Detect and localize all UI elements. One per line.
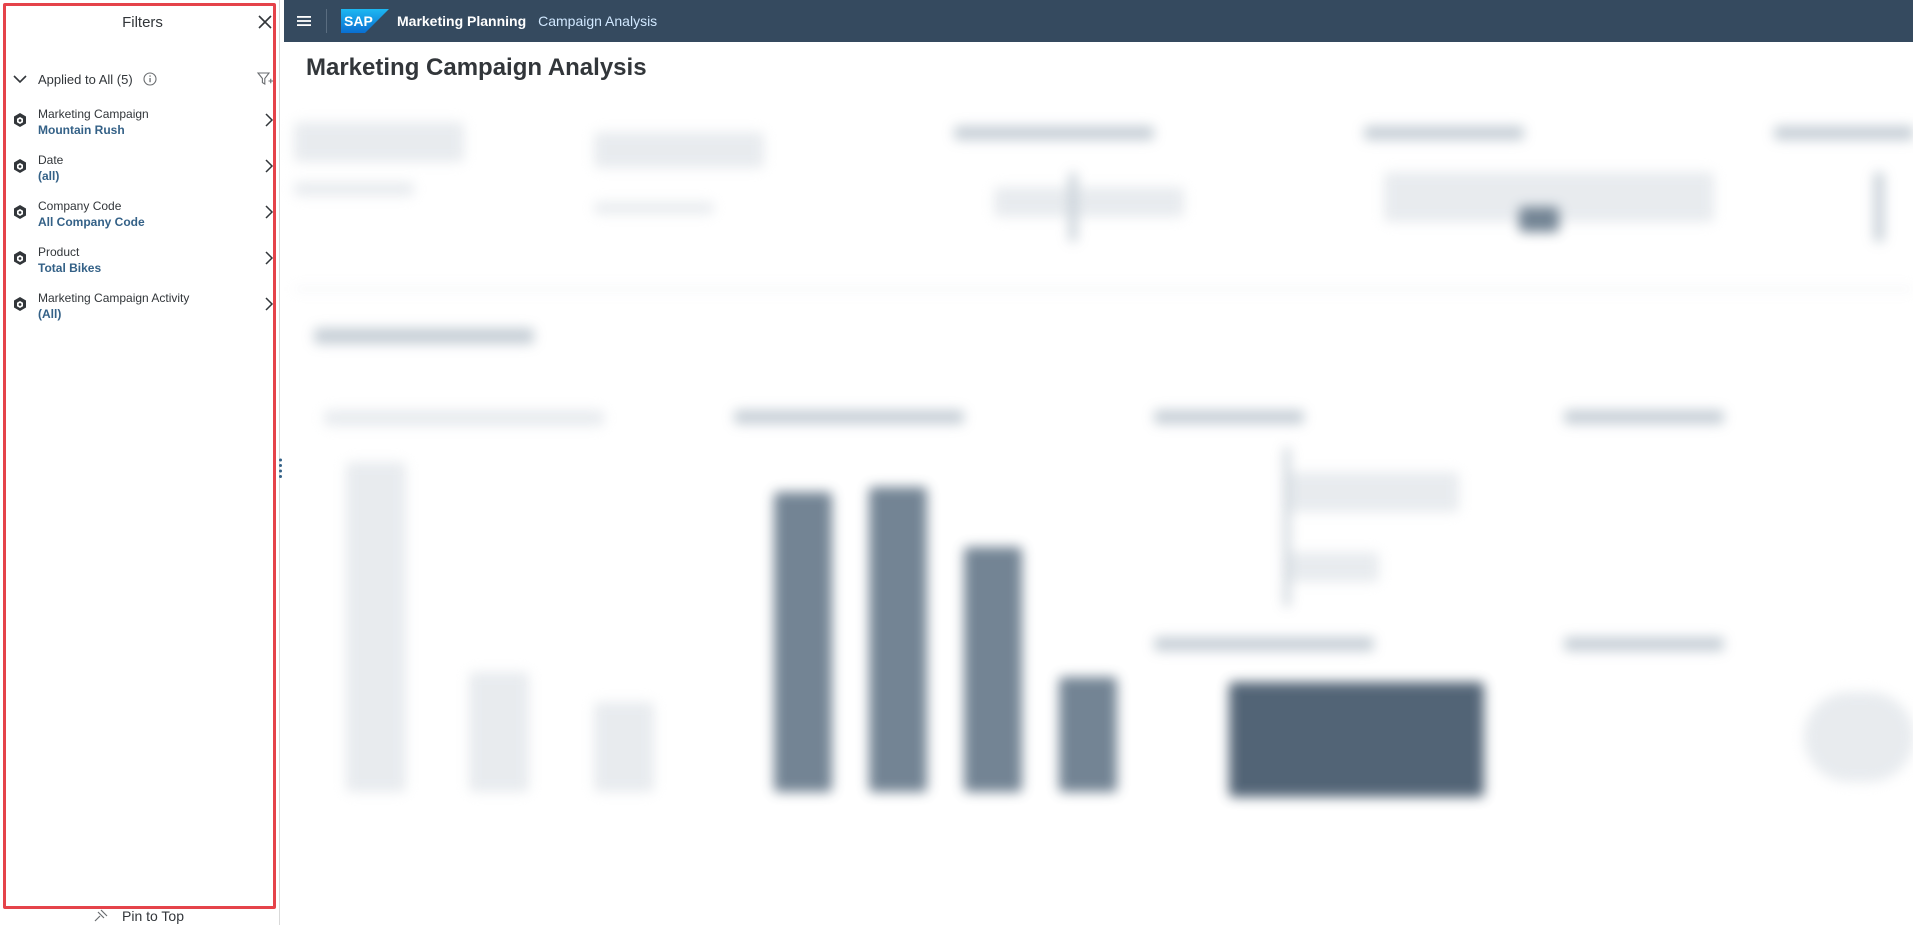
sap-logo[interactable]: SAP	[341, 9, 389, 33]
page-name: Campaign Analysis	[538, 13, 658, 29]
shell-bar: SAP Marketing Planning Campaign Analysis	[284, 0, 1913, 42]
panel-resize-handle[interactable]	[278, 457, 283, 479]
filter-name: Marketing Campaign Activity	[38, 291, 190, 305]
filter-value[interactable]: Total Bikes	[38, 261, 101, 275]
filter-list: Marketing Campaign Mountain Rush Date (a…	[12, 102, 276, 332]
filter-value[interactable]: All Company Code	[38, 215, 145, 229]
chevron-right-icon[interactable]	[262, 204, 276, 220]
cube-dimension-icon	[12, 112, 28, 128]
cube-dimension-icon	[12, 250, 28, 266]
pin-to-top-button[interactable]: Pin to Top	[92, 908, 184, 924]
filter-panel: Filters Applied to All (5) Marketing Cam…	[0, 0, 283, 925]
filter-value[interactable]: Mountain Rush	[38, 123, 125, 137]
filter-name: Date	[38, 153, 64, 167]
applied-to-all-label: Applied to All (5)	[38, 71, 133, 87]
kpi-strip	[294, 92, 1913, 292]
filter-name: Marketing Campaign	[38, 107, 149, 121]
filter-panel-header: Filters	[6, 6, 279, 42]
close-icon[interactable]	[255, 12, 275, 32]
pin-icon	[92, 908, 110, 924]
filter-name: Product	[38, 245, 80, 259]
filter-value[interactable]: (all)	[38, 169, 59, 183]
shell-separator	[326, 9, 327, 33]
page-title: Marketing Campaign Analysis	[306, 54, 647, 81]
filter-item-date[interactable]: Date (all)	[12, 148, 276, 194]
filter-item-marketing-campaign[interactable]: Marketing Campaign Mountain Rush	[12, 102, 276, 148]
info-icon[interactable]	[143, 72, 157, 86]
main-content: Marketing Campaign Analysis	[284, 42, 1913, 925]
sap-logo-text: SAP	[344, 13, 373, 29]
cube-dimension-icon	[12, 296, 28, 312]
hamburger-menu-icon[interactable]	[284, 0, 324, 42]
filter-value[interactable]: (All)	[38, 307, 61, 321]
filter-item-marketing-campaign-activity[interactable]: Marketing Campaign Activity (All)	[12, 286, 276, 332]
filter-name: Company Code	[38, 199, 122, 213]
cube-dimension-icon	[12, 204, 28, 220]
blurred-dashboard-content	[294, 92, 1913, 922]
filter-item-company-code[interactable]: Company Code All Company Code	[12, 194, 276, 240]
chevron-right-icon[interactable]	[262, 296, 276, 312]
filter-panel-highlight-frame: Filters Applied to All (5) Marketing Cam…	[3, 3, 276, 909]
chevron-right-icon[interactable]	[262, 250, 276, 266]
cube-dimension-icon	[12, 158, 28, 174]
pin-to-top-label: Pin to Top	[122, 908, 185, 924]
chevron-right-icon[interactable]	[262, 158, 276, 174]
app-name[interactable]: Marketing Planning	[397, 13, 526, 29]
filter-funnel-icon[interactable]	[256, 70, 274, 88]
chevron-down-icon[interactable]	[12, 71, 28, 87]
chevron-right-icon[interactable]	[262, 112, 276, 128]
applied-to-all-row[interactable]: Applied to All (5)	[12, 68, 274, 90]
filter-panel-title: Filters	[122, 14, 163, 31]
filter-item-product[interactable]: Product Total Bikes	[12, 240, 276, 286]
